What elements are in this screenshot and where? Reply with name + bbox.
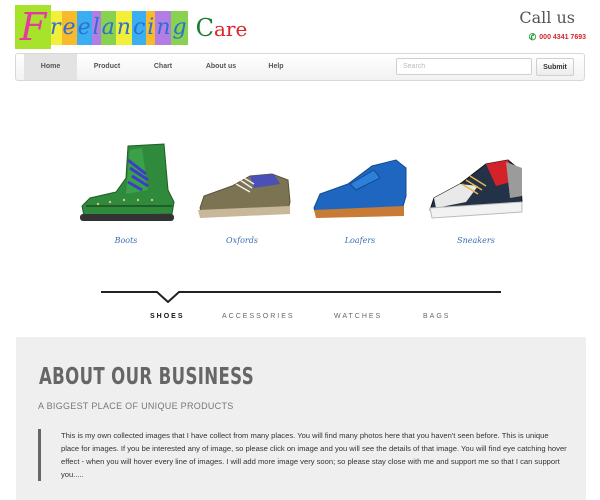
nav-item-about-us[interactable]: About us [196, 54, 246, 80]
about-subtitle: A BIGGEST PLACE OF UNIQUE PRODUCTS [38, 401, 234, 411]
category-tabs: SHOES ACCESSORIES WATCHES BAGS [0, 313, 600, 325]
logo-care-rest: are [213, 17, 248, 41]
phone-text: 000 4341 7693 [539, 34, 586, 41]
nav-item-home[interactable]: Home [24, 54, 77, 80]
phone-icon: ✆ [528, 32, 537, 42]
logo-care-initial: C [195, 14, 214, 42]
logo-letter: c [131, 11, 147, 45]
sneaker-icon [429, 159, 523, 219]
oxford-shoe-icon [198, 173, 291, 218]
logo-letter: l [91, 11, 101, 45]
submit-button[interactable]: Submit [536, 58, 574, 76]
product-label-oxfords[interactable]: Oxfords [192, 236, 292, 245]
boot-icon [80, 143, 175, 221]
about-section: ABOUT OUR BUSINESS A BIGGEST PLACE OF UN… [16, 337, 586, 500]
logo-word: r e e l a n c i n g [49, 11, 188, 45]
product-sneakers[interactable]: Sneakers [426, 140, 526, 250]
tab-indicator-line [101, 291, 501, 303]
logo-initial: F [15, 5, 51, 49]
tab-accessories[interactable]: ACCESSORIES [222, 313, 295, 320]
nav-item-product[interactable]: Product [82, 54, 132, 80]
phone-number[interactable]: ✆ 000 4341 7693 [529, 32, 586, 43]
product-label-boots[interactable]: Boots [76, 236, 176, 245]
product-loafers[interactable]: Loafers [310, 140, 410, 250]
product-boots[interactable]: Boots [76, 140, 176, 250]
logo-care: Care [196, 14, 248, 42]
about-title: ABOUT OUR BUSINESS [39, 364, 254, 390]
tab-bags[interactable]: BAGS [423, 313, 450, 320]
tab-shoes[interactable]: SHOES [150, 313, 185, 320]
product-oxfords[interactable]: Oxfords [192, 140, 292, 250]
logo-letter: e [76, 11, 92, 45]
main-nav: Home Product Chart About us Help Submit [15, 53, 585, 81]
product-label-loafers[interactable]: Loafers [310, 236, 410, 245]
loafer-icon [313, 159, 407, 218]
logo-letter: n [115, 11, 132, 45]
product-label-sneakers[interactable]: Sneakers [426, 236, 526, 245]
logo-letter: e [61, 11, 77, 45]
nav-item-help[interactable]: Help [256, 54, 296, 80]
nav-item-chart[interactable]: Chart [140, 54, 186, 80]
about-text: This is my own collected images that I h… [38, 429, 568, 481]
logo-letter: a [100, 11, 116, 45]
call-us-heading: Call us [519, 8, 575, 27]
tab-watches[interactable]: WATCHES [334, 313, 382, 320]
search-input[interactable] [396, 58, 532, 75]
logo-letter: n [155, 11, 172, 45]
logo-letter: i [146, 11, 156, 45]
site-logo[interactable]: F r e e l a n c i n g Care [15, 5, 248, 49]
logo-letter: g [171, 11, 188, 45]
